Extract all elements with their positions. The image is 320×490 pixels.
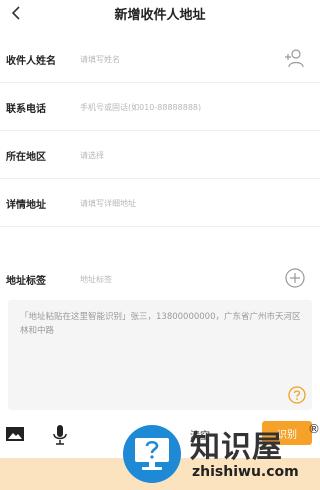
- phone-label: 联系电话: [6, 104, 46, 115]
- help-monitor-logo-icon: [122, 424, 182, 484]
- paste-placeholder-text: 「地址粘贴在这里智能识别」张三，13800000000，广东省广州市天河区林和中…: [20, 312, 301, 336]
- detail-label: 详情地址: [6, 200, 46, 211]
- top-bar: 新增收件人地址: [0, 0, 320, 32]
- microphone-icon[interactable]: [50, 424, 70, 446]
- page-title: 新增收件人地址: [114, 8, 206, 23]
- name-row: 收件人姓名: [0, 35, 320, 83]
- watermark: 知识屋 ® zhishiwu.com: [118, 420, 320, 490]
- phone-row: 联系电话: [0, 83, 320, 131]
- region-row[interactable]: 所在地区: [0, 131, 320, 179]
- detail-row: 详情地址: [0, 179, 320, 227]
- address-form: 收件人姓名 联系电话 所在地区 详情地址 地址标签: [0, 35, 320, 303]
- phone-input[interactable]: [80, 97, 270, 117]
- add-contact-icon[interactable]: [284, 47, 306, 69]
- detail-address-input[interactable]: [80, 193, 270, 213]
- tag-label: 地址标签: [6, 276, 46, 287]
- watermark-name: 知识屋: [190, 430, 283, 465]
- registered-mark: ®: [308, 422, 320, 436]
- watermark-domain: zhishiwu.com: [192, 464, 299, 480]
- region-select[interactable]: [80, 145, 270, 165]
- question-circle-icon[interactable]: [288, 386, 306, 404]
- tag-input[interactable]: [80, 269, 270, 289]
- tag-row: 地址标签: [0, 255, 320, 303]
- image-icon[interactable]: [5, 424, 25, 444]
- smart-paste-area[interactable]: 「地址粘贴在这里智能识别」张三，13800000000，广东省广州市天河区林和中…: [8, 300, 312, 410]
- name-input[interactable]: [80, 49, 270, 69]
- name-label: 收件人姓名: [6, 56, 56, 67]
- region-label: 所在地区: [6, 152, 46, 163]
- plus-circle-icon[interactable]: [284, 267, 306, 289]
